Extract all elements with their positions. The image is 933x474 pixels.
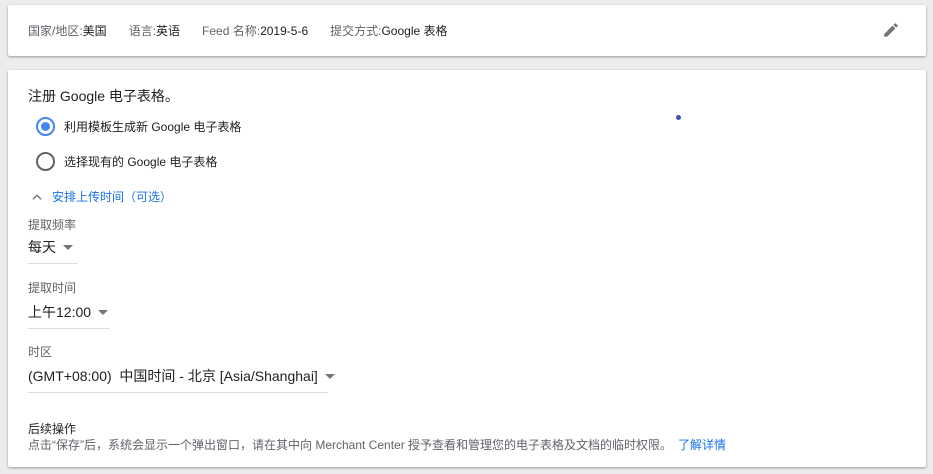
language-summary: 语言:英语 bbox=[129, 23, 180, 39]
country-key: 国家/地区: bbox=[28, 24, 83, 38]
fetch-time-label: 提取时间 bbox=[28, 281, 77, 295]
spreadsheet-form-card: 注册 Google 电子表格。 利用模板生成新 Google 电子表格 选择现有… bbox=[8, 70, 926, 467]
frequency-label: 提取频率 bbox=[28, 218, 77, 232]
edit-button[interactable] bbox=[880, 19, 902, 41]
fetch-time-select[interactable]: 上午12:00 bbox=[28, 302, 110, 329]
chevron-up-icon bbox=[32, 194, 42, 200]
dropdown-caret-icon bbox=[98, 310, 109, 315]
frequency-value: 每天 bbox=[28, 239, 56, 255]
method-value: Google 表格 bbox=[381, 24, 448, 38]
followup-description: 点击“保存”后，系统会显示一个弹出窗口，请在其中向 Merchant Cente… bbox=[28, 437, 726, 453]
radio-checked-icon[interactable] bbox=[36, 117, 55, 136]
language-value: 英语 bbox=[156, 24, 181, 38]
schedule-upload-label: 安排上传时间（可选） bbox=[52, 190, 173, 204]
feed-name-summary: Feed 名称:2019-5-6 bbox=[202, 23, 308, 39]
country-summary: 国家/地区:美国 bbox=[28, 23, 107, 39]
option-existing-spreadsheet-label: 选择现有的 Google 电子表格 bbox=[64, 154, 218, 169]
feed-summary-row: 国家/地区:美国 语言:英语 Feed 名称:2019-5-6 提交方式:Goo… bbox=[28, 23, 470, 39]
option-new-spreadsheet[interactable]: 利用模板生成新 Google 电子表格 bbox=[36, 117, 241, 136]
timezone-label: 时区 bbox=[28, 345, 53, 359]
dropdown-caret-icon bbox=[63, 245, 73, 250]
schedule-upload-toggle[interactable]: 安排上传时间（可选） bbox=[30, 189, 172, 205]
option-new-spreadsheet-label: 利用模板生成新 Google 电子表格 bbox=[64, 119, 242, 134]
dropdown-caret-icon bbox=[324, 374, 335, 379]
option-existing-spreadsheet[interactable]: 选择现有的 Google 电子表格 bbox=[36, 152, 217, 171]
radio-unchecked-icon[interactable] bbox=[36, 152, 55, 171]
timezone-select[interactable]: (GMT+08:00) 中国时间 - 北京 [Asia/Shanghai] bbox=[28, 366, 335, 393]
cursor-dot bbox=[676, 115, 681, 120]
language-key: 语言: bbox=[128, 24, 157, 38]
edit-pencil-icon bbox=[884, 23, 898, 37]
timezone-value: (GMT+08:00) 中国时间 - 北京 [Asia/Shanghai] bbox=[28, 368, 318, 384]
form-title: 注册 Google 电子表格。 bbox=[28, 88, 179, 104]
followup-title: 后续操作 bbox=[28, 422, 77, 436]
method-summary: 提交方式:Google 表格 bbox=[330, 23, 447, 39]
feed-name-key: Feed 名称: bbox=[202, 24, 261, 38]
feed-name-value: 2019-5-6 bbox=[260, 24, 309, 38]
followup-description-text: 点击“保存”后，系统会显示一个弹出窗口，请在其中向 Merchant Cente… bbox=[28, 438, 673, 452]
frequency-select[interactable]: 每天 bbox=[28, 237, 78, 264]
method-key: 提交方式: bbox=[330, 24, 382, 38]
feed-summary-card: 国家/地区:美国 语言:英语 Feed 名称:2019-5-6 提交方式:Goo… bbox=[8, 5, 926, 56]
country-value: 美国 bbox=[82, 24, 107, 38]
fetch-time-value: 上午12:00 bbox=[28, 304, 92, 320]
learn-more-link[interactable]: 了解详情 bbox=[678, 438, 726, 452]
